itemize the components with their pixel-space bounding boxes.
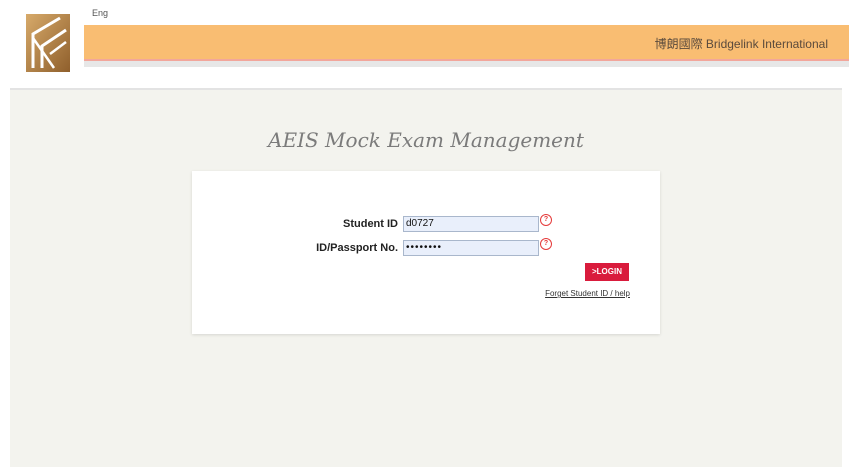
student-id-input[interactable] xyxy=(403,216,539,232)
bridgelink-logo xyxy=(26,14,70,72)
student-id-label: Student ID xyxy=(343,218,398,230)
page-title: AEIS Mock Exam Management xyxy=(268,128,584,152)
language-switch[interactable]: Eng xyxy=(92,8,108,18)
banner-shadow-bar xyxy=(84,61,849,67)
passport-help-icon[interactable]: ? xyxy=(540,238,552,250)
header-banner: 博朗國際 Bridgelink International xyxy=(84,25,849,59)
forget-student-id-link[interactable]: Forget Student ID / help xyxy=(545,289,630,298)
login-button[interactable]: >LOGIN xyxy=(585,263,629,281)
passport-input[interactable] xyxy=(403,240,539,256)
passport-label: ID/Passport No. xyxy=(316,242,398,254)
main-content: AEIS Mock Exam Management Student ID ? I… xyxy=(10,90,842,467)
login-card: Student ID ? ID/Passport No. ? >LOGIN Fo… xyxy=(192,171,660,334)
brand-name: 博朗國際 Bridgelink International xyxy=(654,37,828,51)
student-id-help-icon[interactable]: ? xyxy=(540,214,552,226)
